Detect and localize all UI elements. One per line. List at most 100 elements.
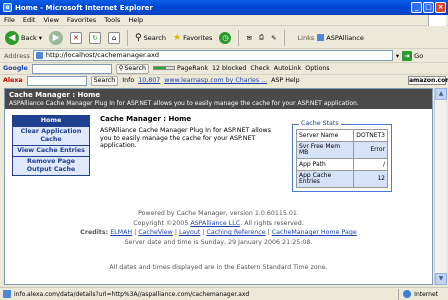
table-row: Svr Free Mem MB Error — [295, 141, 388, 159]
server-time: Server date and time is Sunday, 29 Janua… — [124, 238, 313, 246]
back-arrow-icon: ◀ — [5, 30, 19, 45]
alexa-related-site[interactable]: www.learnasp.com by Charles ... — [164, 77, 267, 84]
popup-blocked[interactable]: 12 blocked — [212, 65, 246, 72]
stat-label: App Path — [295, 158, 355, 171]
amazon-logo[interactable]: amazon.com — [408, 76, 448, 85]
aspalliance-link[interactable]: ASPAlliance LLC — [190, 220, 240, 227]
window-title-bar: e Home - Microsoft Internet Explorer _ □… — [0, 0, 448, 15]
page-viewport: Cache Manager : Home ASPAlliance Cache M… — [4, 88, 433, 285]
nav-view-cache-entries[interactable]: View Cache Entries — [13, 146, 89, 157]
menu-favorites[interactable]: Favorites — [67, 16, 96, 24]
search-button[interactable]: ⚲ Search — [133, 29, 168, 47]
menu-edit[interactable]: Edit — [23, 16, 36, 24]
google-search-button[interactable]: ⚲ Search — [115, 63, 150, 74]
security-zone: Internet — [398, 288, 438, 300]
minimize-button[interactable]: _ — [411, 2, 422, 13]
page-icon — [3, 290, 11, 298]
cache-stats-legend: Cache Stats — [299, 120, 341, 127]
pagerank-label: PageRank — [153, 65, 208, 72]
alexa-help-link[interactable]: ASP Help — [271, 77, 299, 84]
stat-value: / — [353, 158, 388, 171]
mail-icon: ✉ — [246, 33, 252, 42]
favorites-button[interactable]: ★ Favorites — [171, 29, 214, 47]
credit-elmah-link[interactable]: ELMAH — [110, 229, 132, 236]
history-button[interactable]: ◷ — [217, 29, 233, 47]
search-icon: ⚲ — [118, 65, 124, 72]
menu-tools[interactable]: Tools — [104, 16, 120, 24]
star-icon: ★ — [172, 32, 182, 43]
check-button[interactable]: Check — [250, 65, 269, 72]
alexa-logo[interactable]: Alexa — [3, 77, 23, 84]
status-text: info.alexa.com/data/details?url=http%3A/… — [14, 290, 250, 298]
refresh-button[interactable]: ↻ — [87, 29, 103, 47]
timezone-note: All dates and times displayed are in the… — [109, 264, 328, 271]
side-nav: Home Clear Application Cache View Cache … — [12, 115, 90, 176]
credit-cachemanager-home-link[interactable]: CacheManager Home Page — [272, 229, 357, 236]
menu-help[interactable]: Help — [128, 16, 143, 24]
page-footer: Powered by Cache Manager, version 1.0.60… — [5, 209, 432, 273]
windows-logo-icon — [428, 15, 446, 26]
stat-label: Server Name — [295, 129, 355, 142]
cache-stats-panel: Cache Stats Server Name DOTNET3 Svr Free… — [292, 120, 392, 192]
scroll-up-icon[interactable]: ▲ — [435, 88, 447, 100]
table-row: App Path / — [295, 158, 388, 171]
forward-button[interactable]: ▶ — [47, 29, 65, 47]
links-label: Links — [297, 33, 315, 42]
google-toolbar: Google ⚲ Search PageRank 12 blocked Chec… — [0, 62, 448, 74]
main-content: Cache Manager : Home ASPAlliance Cache M… — [100, 115, 280, 150]
address-input[interactable]: http://localhost/cachemanager.axd — [32, 50, 393, 61]
address-bar: Address http://localhost/cachemanager.ax… — [0, 49, 448, 62]
copyright: Copyright ©2005 ASPAlliance LLC. All rig… — [133, 219, 304, 227]
maximize-button[interactable]: □ — [423, 2, 434, 13]
stat-label: Svr Free Mem MB — [295, 141, 355, 159]
print-icon: ⎙ — [258, 33, 265, 41]
credit-layout-link[interactable]: Layout — [179, 229, 200, 236]
edit-button[interactable]: ✎ — [269, 29, 278, 47]
google-search-input[interactable] — [31, 63, 112, 74]
scroll-down-icon[interactable]: ▼ — [435, 273, 447, 285]
alexa-info-button[interactable]: Info — [122, 77, 134, 84]
vertical-scrollbar[interactable]: ▲ ▼ — [434, 88, 447, 285]
page-header-subtitle: ASPAlliance Cache Manager Plug In for AS… — [9, 100, 359, 107]
autolink-button[interactable]: AutoLink — [274, 65, 302, 72]
page-header: Cache Manager : Home ASPAlliance Cache M… — [5, 89, 432, 109]
refresh-icon: ↻ — [89, 31, 102, 44]
back-button[interactable]: ◀ Back ▾ — [3, 29, 44, 47]
nav-home[interactable]: Home — [13, 116, 89, 127]
globe-icon — [403, 290, 412, 298]
page-header-title: Cache Manager : Home — [9, 91, 101, 99]
alexa-search-input[interactable] — [26, 75, 87, 86]
status-bar: info.alexa.com/data/details?url=http%3A/… — [0, 287, 448, 300]
address-dropdown-icon[interactable]: ▾ — [396, 52, 399, 60]
history-icon: ◷ — [219, 31, 232, 44]
edit-icon: ✎ — [271, 33, 277, 42]
google-logo[interactable]: Google — [3, 65, 28, 72]
page-icon — [317, 34, 325, 41]
ie-icon: e — [3, 3, 12, 12]
credit-caching-reference-link[interactable]: Caching Reference — [206, 229, 265, 236]
address-label: Address — [4, 51, 30, 60]
home-button[interactable]: ⌂ — [106, 29, 122, 47]
stop-button[interactable]: ✕ — [68, 29, 84, 47]
credit-cacheview-link[interactable]: CacheView — [138, 229, 173, 236]
mail-button[interactable]: ✉ — [244, 29, 253, 47]
alexa-search-button[interactable]: Search — [90, 75, 119, 86]
alexa-toolbar: Alexa Search Info 10,807 www.learnasp.co… — [0, 74, 448, 86]
nav-remove-page-output-cache[interactable]: Remove Page Output Cache — [13, 157, 89, 175]
options-button[interactable]: Options — [305, 65, 329, 72]
credits: Credits: ELMAH | CacheView | Layout | Ca… — [80, 229, 357, 236]
go-button[interactable]: ➜ Go — [402, 50, 423, 61]
print-button[interactable]: ⎙ — [257, 29, 266, 47]
link-aspalliance[interactable]: ASPAlliance — [317, 34, 364, 42]
alexa-rank[interactable]: 10,807 — [138, 77, 160, 84]
go-arrow-icon: ➜ — [402, 50, 413, 61]
pagerank-bar — [153, 66, 176, 70]
stat-value: DOTNET3 — [353, 129, 388, 142]
main-title: Cache Manager : Home — [100, 115, 192, 123]
stat-value: 12 — [353, 170, 388, 188]
stop-icon: ✕ — [70, 31, 83, 44]
menu-file[interactable]: File — [4, 16, 15, 24]
nav-clear-application-cache[interactable]: Clear Application Cache — [13, 127, 89, 146]
close-button[interactable]: × — [435, 2, 446, 13]
menu-view[interactable]: View — [43, 16, 58, 24]
